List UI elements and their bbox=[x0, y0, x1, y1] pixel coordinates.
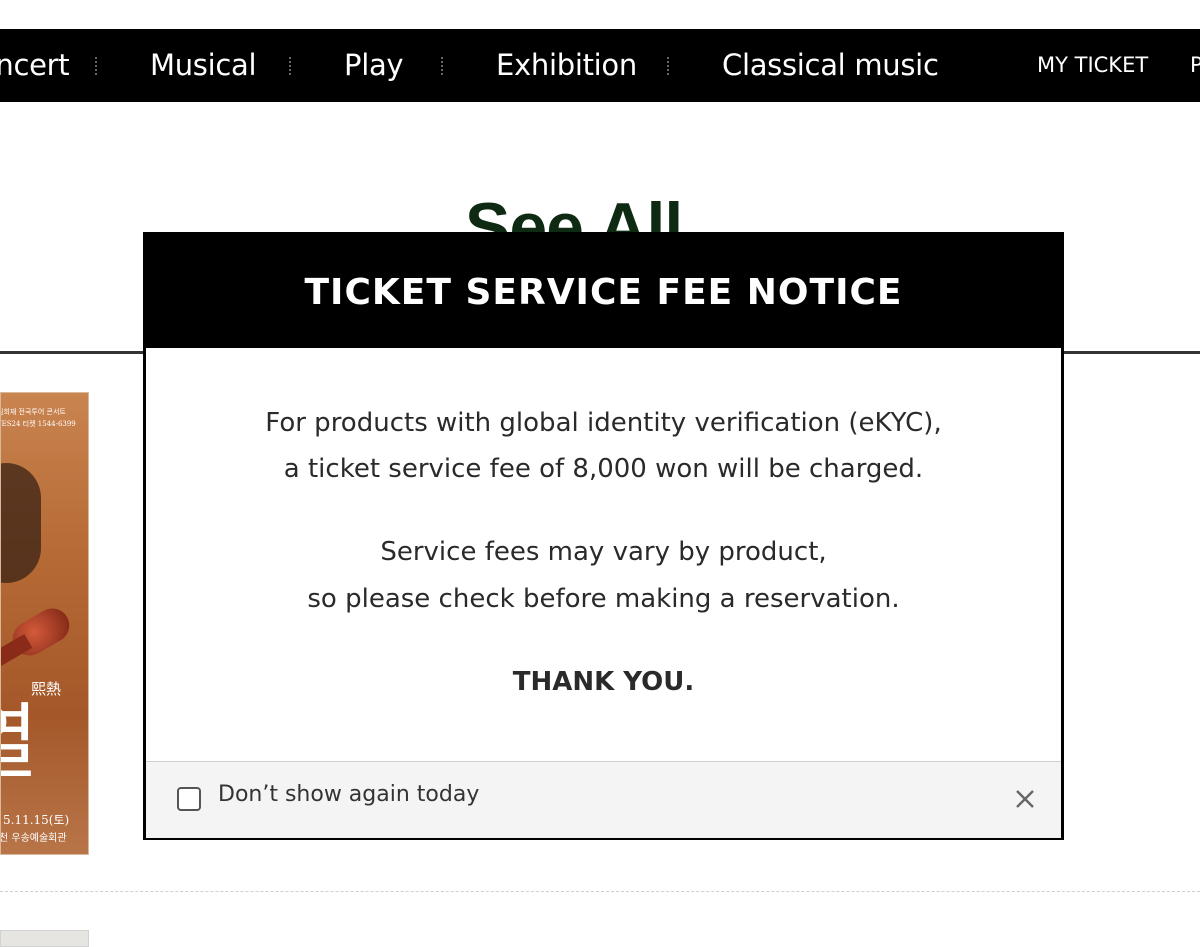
modal-footer: Don’t show again today bbox=[146, 761, 1061, 838]
close-icon bbox=[1016, 790, 1034, 808]
dont-show-again-checkbox[interactable] bbox=[177, 787, 201, 811]
poster-text-line: 김희재 전국투어 콘서트 bbox=[0, 408, 66, 416]
nav-separator bbox=[95, 57, 97, 75]
poster-venue: 천 우송예술회관 bbox=[0, 833, 67, 844]
nav-util-link-cut-off[interactable]: P bbox=[1190, 29, 1200, 102]
nav-item-exhibition[interactable]: Exhibition bbox=[496, 29, 637, 102]
nav-item-classical-music[interactable]: Classical music bbox=[722, 29, 939, 102]
nav-separator bbox=[289, 57, 291, 75]
close-button[interactable] bbox=[1012, 786, 1038, 812]
notice-text-line: Service fees may vary by product, bbox=[380, 537, 827, 567]
notice-text-line: a ticket service fee of 8,000 won will b… bbox=[283, 454, 924, 484]
poster-big-title: 열 bbox=[1, 693, 38, 793]
notice-text-line: For products with global identity verifi… bbox=[265, 408, 942, 438]
modal-title: TICKET SERVICE FEE NOTICE bbox=[304, 272, 903, 313]
next-poster-thumbnail[interactable] bbox=[0, 930, 89, 947]
modal-header: TICKET SERVICE FEE NOTICE bbox=[146, 235, 1061, 348]
dont-show-again-label[interactable]: Don’t show again today bbox=[218, 782, 479, 807]
concert-poster-thumbnail[interactable]: 김희재 전국투어 콘서트 YES24 티켓 1544-6399 熙熱 열 5.1… bbox=[0, 392, 89, 855]
nav-item-concert[interactable]: Concert bbox=[0, 29, 70, 102]
nav-separator bbox=[667, 57, 669, 75]
nav-item-play[interactable]: Play bbox=[344, 29, 404, 102]
top-nav-bar: Concert Musical Play Exhibition Classica… bbox=[0, 29, 1200, 102]
poster-date: 5.11.15(토) bbox=[3, 813, 70, 827]
poster-text-line: YES24 티켓 1544-6399 bbox=[0, 420, 76, 428]
list-divider bbox=[0, 891, 1200, 892]
service-fee-notice-modal: TICKET SERVICE FEE NOTICE For products w… bbox=[143, 232, 1064, 840]
closing-text: THANK YOU. bbox=[512, 667, 695, 697]
my-ticket-link[interactable]: MY TICKET bbox=[1037, 29, 1148, 102]
notice-text-line: so please check before making a reservat… bbox=[307, 584, 900, 614]
poster-figure-silhouette bbox=[1, 463, 41, 583]
nav-item-musical[interactable]: Musical bbox=[150, 29, 257, 102]
nav-separator bbox=[441, 57, 443, 75]
modal-body: For products with global identity verifi… bbox=[146, 348, 1061, 761]
